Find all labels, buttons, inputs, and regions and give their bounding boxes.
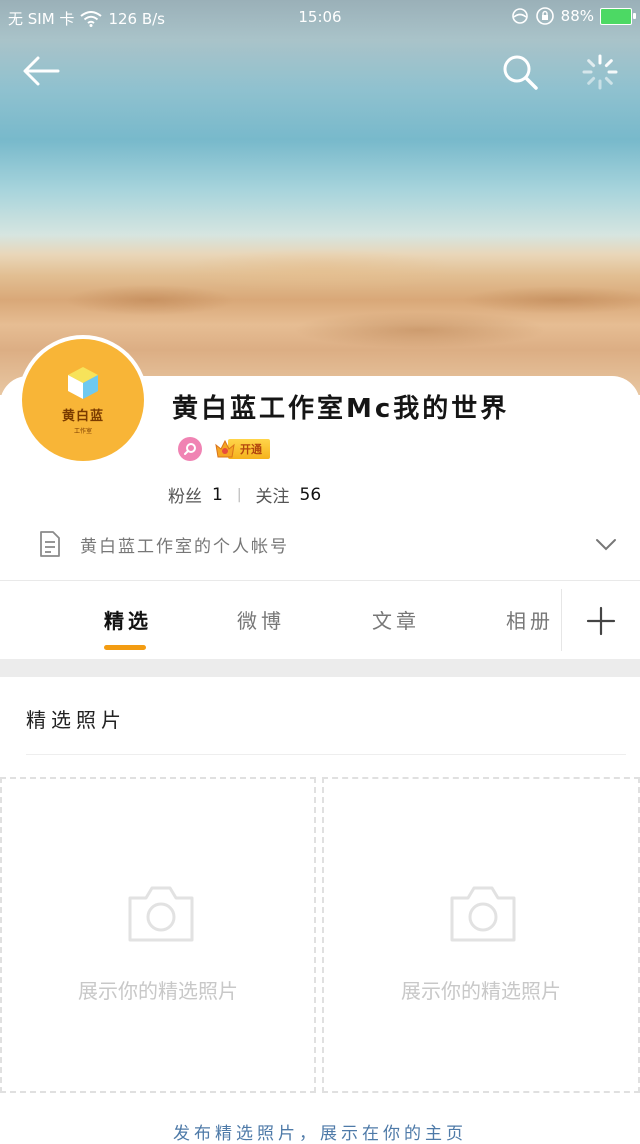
tab-featured[interactable]: 精选 (104, 605, 152, 634)
photo-slot[interactable]: 展示你的精选照片 (0, 777, 316, 1093)
battery-percent: 88% (560, 7, 594, 25)
avatar-image: 黄白蓝 工作室 (22, 339, 144, 461)
follow-stats: 粉丝 1 | 关注 56 (168, 482, 322, 508)
loading-spinner-icon[interactable] (580, 52, 620, 92)
vip-badge[interactable]: 开通 (214, 437, 270, 461)
profile-name: 黄白蓝工作室Mc我的世界 (172, 394, 510, 424)
fans-count[interactable]: 1 (212, 485, 223, 505)
bio-text: 黄白蓝工作室的个人帐号 (80, 537, 289, 557)
avatar[interactable]: 黄白蓝 工作室 (18, 335, 148, 465)
tab-separator (561, 589, 562, 651)
publish-featured-link[interactable]: 发布精选照片，展示在你的主页 (0, 1119, 640, 1144)
section-divider (26, 754, 626, 755)
camera-icon (128, 886, 194, 942)
eye-comfort-icon (511, 8, 528, 24)
avatar-text: 黄白蓝 (61, 409, 104, 424)
chevron-down-icon[interactable] (594, 534, 618, 554)
tab-bar: 精选 微博 文章 相册 (0, 581, 640, 659)
bio-row[interactable]: 黄白蓝工作室的个人帐号 (38, 528, 618, 560)
camera-icon (450, 886, 516, 942)
tab-weibo[interactable]: 微博 (237, 605, 285, 634)
tab-album[interactable]: 相册 (506, 605, 554, 634)
plus-icon[interactable] (586, 606, 616, 636)
crown-icon (215, 439, 235, 458)
photo-slot-label: 展示你的精选照片 (401, 979, 561, 1003)
back-arrow-icon[interactable] (20, 52, 64, 90)
document-icon (40, 531, 60, 557)
battery-icon (600, 7, 636, 25)
fans-label[interactable]: 粉丝 (168, 482, 202, 507)
rotation-lock-icon (535, 7, 554, 25)
tab-active-indicator (104, 645, 146, 650)
status-right: 88% (511, 6, 636, 26)
magnifier-badge-icon (184, 443, 196, 455)
photo-slot[interactable]: 展示你的精选照片 (322, 777, 640, 1093)
cube-logo-icon (68, 367, 98, 399)
badge-row: 开通 (178, 437, 270, 461)
search-icon[interactable] (500, 52, 540, 92)
stats-separator: | (236, 486, 242, 503)
photo-slot-label: 展示你的精选照片 (78, 979, 238, 1003)
following-label[interactable]: 关注 (256, 482, 290, 507)
section-title: 精选照片 (26, 708, 126, 732)
tab-articles[interactable]: 文章 (372, 605, 420, 634)
verified-search-badge[interactable] (178, 437, 202, 461)
status-bar: 无 SIM 卡 126 B/s 15:06 88% (0, 0, 640, 34)
avatar-subtext: 工作室 (73, 428, 92, 435)
section-gap (0, 659, 640, 677)
following-count[interactable]: 56 (300, 485, 322, 505)
